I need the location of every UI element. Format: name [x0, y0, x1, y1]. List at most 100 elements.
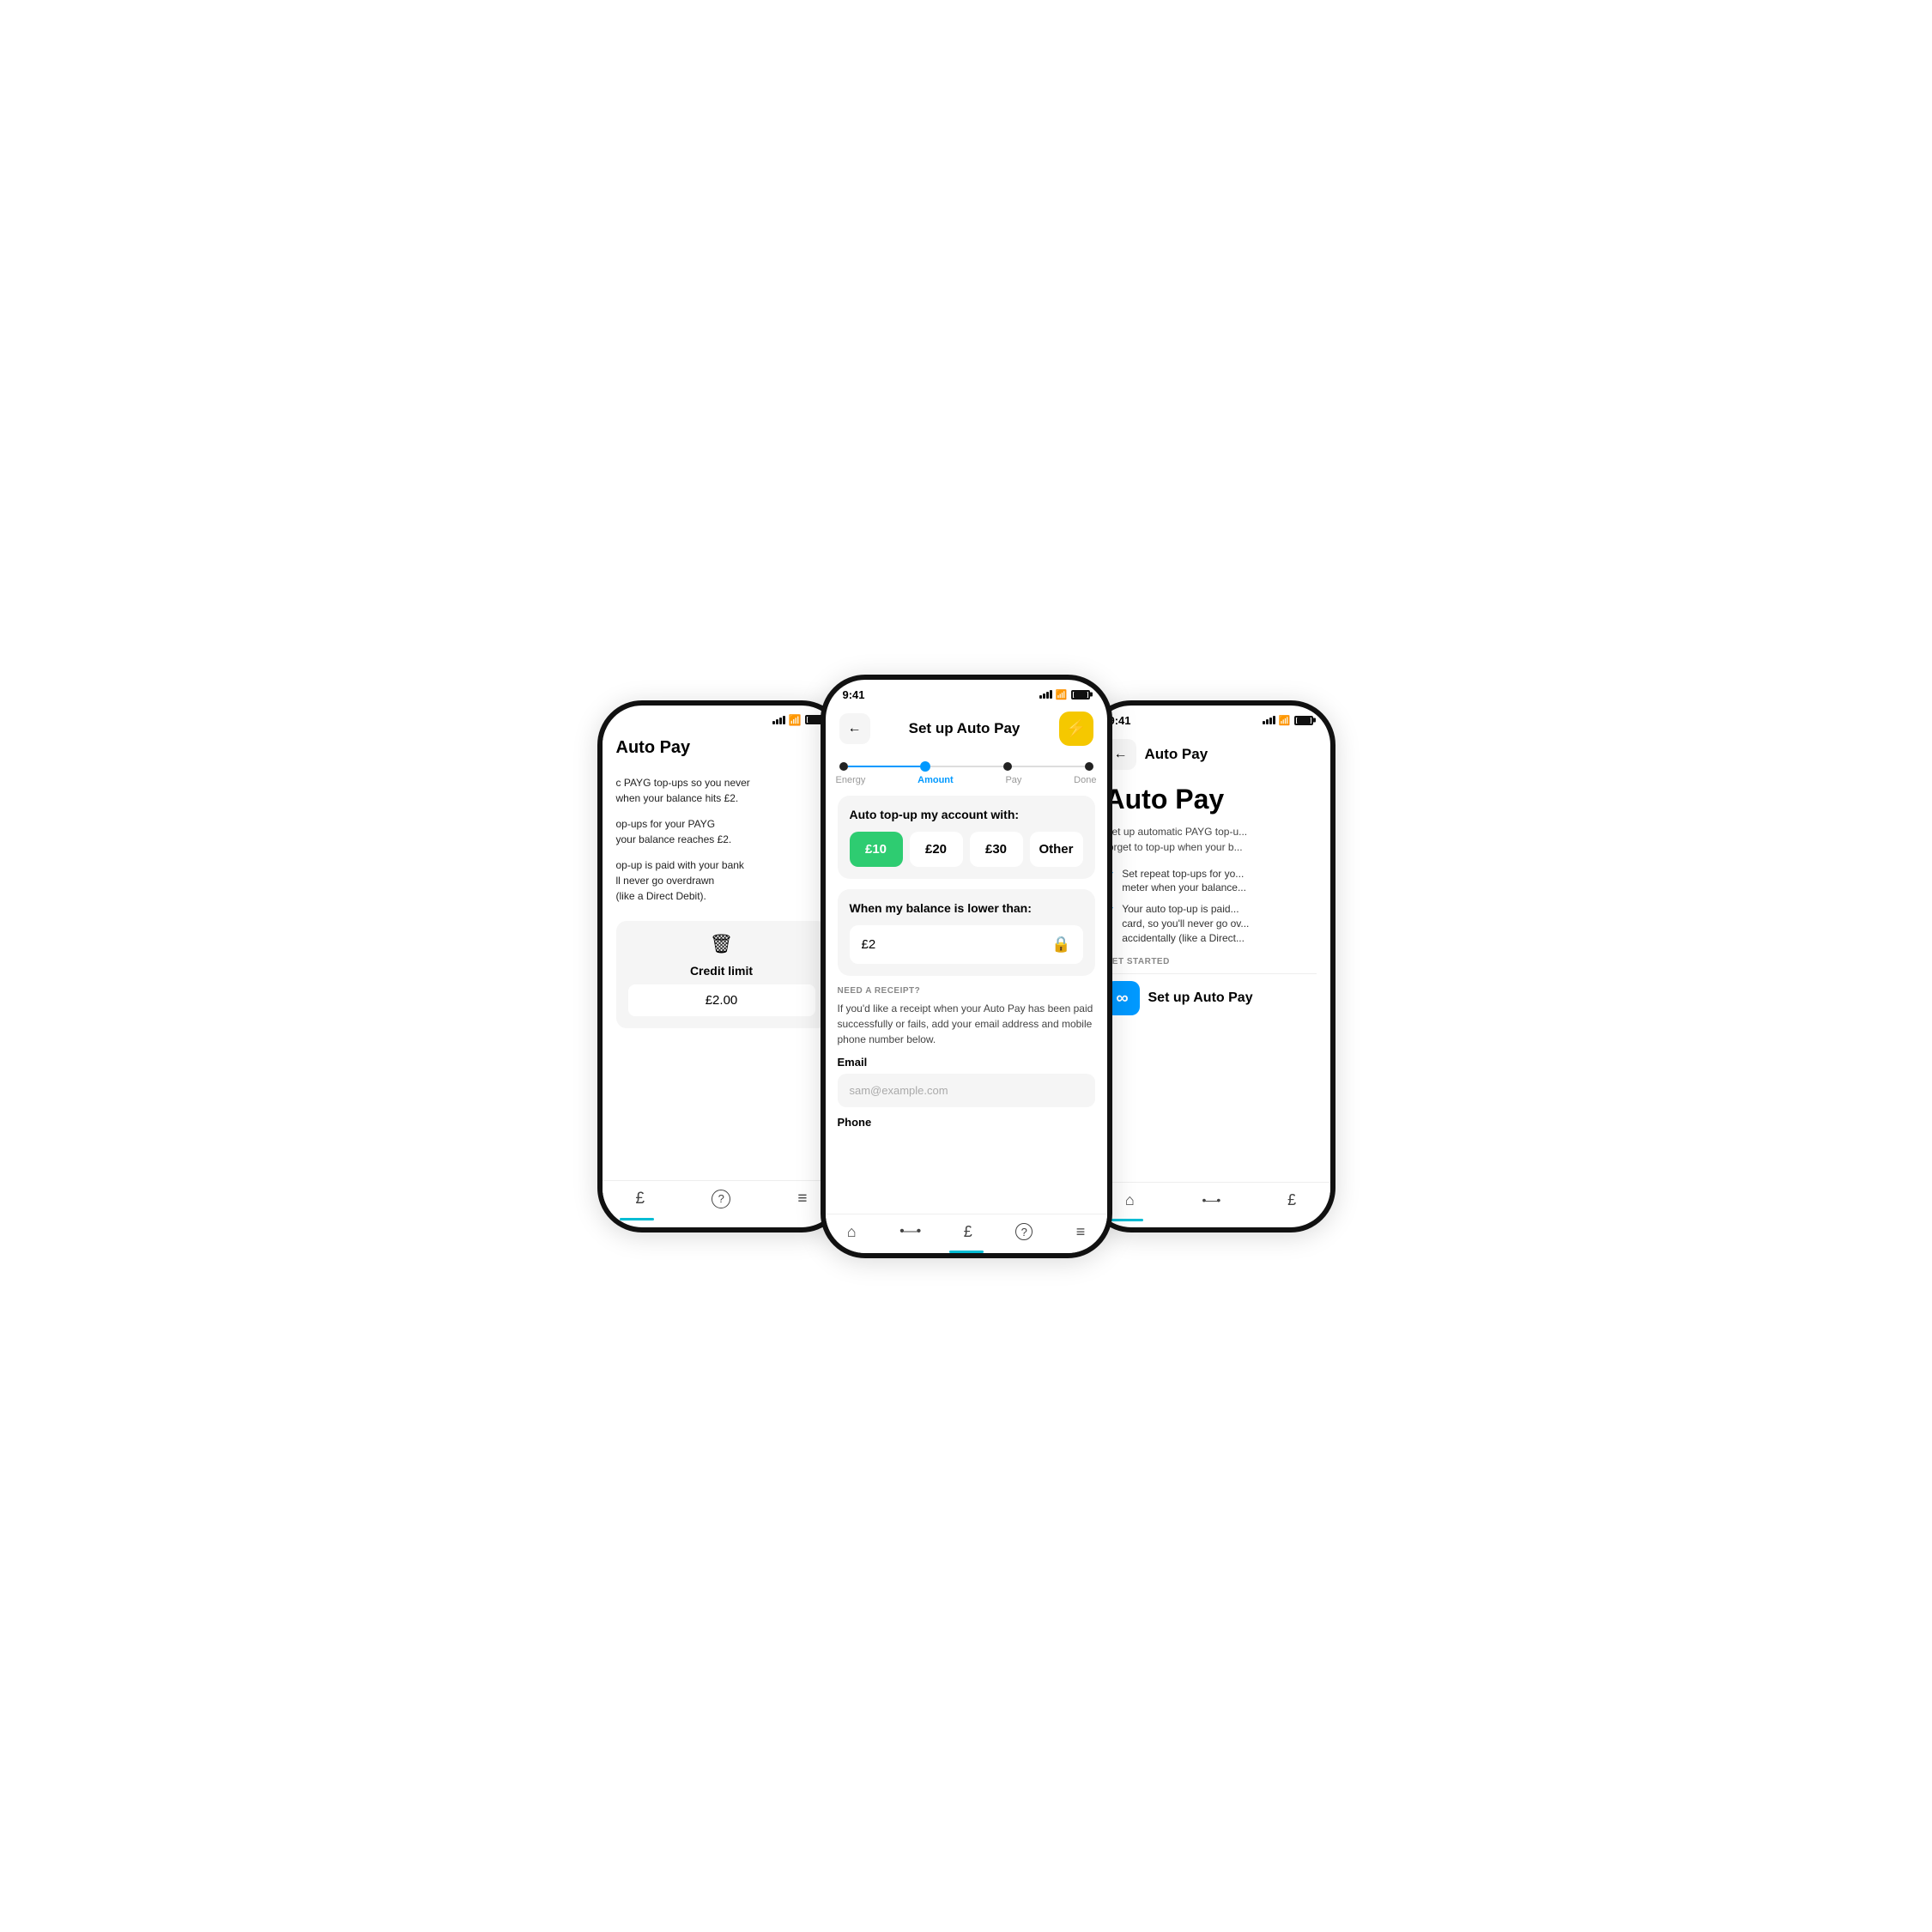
step-dot-done [1085, 762, 1093, 771]
trash-icon[interactable]: 🗑 [710, 933, 734, 955]
center-nav-indicator [949, 1251, 984, 1253]
topup-card-title: Auto top-up my account with: [850, 808, 1083, 821]
setup-btn-label: Set up Auto Pay [1148, 990, 1253, 1006]
balance-card-title: When my balance is lower than: [850, 901, 1083, 915]
help-icon: ? [712, 1190, 730, 1208]
right-payment-icon: £ [1287, 1191, 1296, 1209]
right-bottom-nav: ⌂ •—• £ [1092, 1182, 1330, 1221]
center-phone: 9:41 📶 ← Set up Auto Pay ⚡ [821, 675, 1112, 1258]
setup-auto-pay-button[interactable]: ∞ Set up Auto Pay [1105, 981, 1317, 1015]
receipt-description: If you'd like a receipt when your Auto P… [838, 1001, 1095, 1047]
right-top-bar: ← Auto Pay [1105, 739, 1317, 770]
check-text-2: Your auto top-up is paid...card, so you'… [1122, 902, 1249, 945]
credit-limit-label: Credit limit [628, 964, 815, 978]
right-nav-activity[interactable]: •—• [1202, 1193, 1220, 1207]
payment-icon: £ [636, 1190, 645, 1208]
receipt-label: NEED A RECEIPT? [838, 986, 1095, 996]
lightning-icon: ⚡ [1065, 718, 1087, 739]
step-line-1 [848, 766, 921, 767]
right-home-icon: ⌂ [1125, 1191, 1135, 1209]
right-nav-home[interactable]: ⌂ [1125, 1191, 1135, 1209]
right-main-title: Auto Pay [1105, 784, 1317, 815]
topup-card: Auto top-up my account with: £10 £20 £30… [838, 796, 1095, 879]
step-label-pay: Pay [1005, 775, 1021, 785]
center-nav-activity[interactable]: •—• [899, 1224, 920, 1239]
email-label: Email [838, 1056, 1095, 1069]
lightning-button[interactable]: ⚡ [1059, 712, 1093, 746]
divider [1105, 973, 1317, 974]
left-status-bar: 📶 [603, 706, 841, 730]
center-status-icons: 📶 [1039, 689, 1090, 700]
center-nav-help[interactable]: ? [1015, 1223, 1033, 1240]
wifi-icon: 📶 [789, 714, 802, 726]
left-status-icons: 📶 [772, 714, 824, 726]
left-bottom-nav: £ ? ≡ [603, 1180, 841, 1220]
right-nav-payment[interactable]: £ [1287, 1191, 1296, 1209]
amount-btn-30[interactable]: £30 [970, 832, 1023, 867]
step-label-energy: Energy [836, 775, 866, 785]
get-started-label: GET STARTED [1105, 957, 1317, 966]
balance-value: £2 [862, 937, 876, 952]
step-dot-pay [1003, 762, 1012, 771]
left-nav-help[interactable]: ? [712, 1190, 730, 1208]
left-nav-payment[interactable]: £ [636, 1190, 645, 1208]
center-payment-icon: £ [964, 1223, 972, 1241]
check-item-2: ✓ Your auto top-up is paid...card, so yo… [1105, 902, 1317, 945]
left-nav-indicator [620, 1218, 654, 1220]
lock-icon: 🔒 [1051, 936, 1070, 954]
center-bottom-nav: ⌂ •—• £ ? ≡ [826, 1214, 1107, 1253]
right-status-bar: 9:41 📶 [1092, 706, 1330, 730]
left-phone: 📶 Auto Pay c PAYG top-ups so you neverwh… [597, 700, 846, 1232]
left-body1: c PAYG top-ups so you neverwhen your bal… [616, 775, 827, 806]
center-page-title: Set up Auto Pay [909, 720, 1021, 737]
right-description: Set up automatic PAYG top-u...forget to … [1105, 824, 1317, 855]
center-nav-menu[interactable]: ≡ [1076, 1223, 1086, 1241]
right-battery-icon [1294, 716, 1313, 725]
home-icon: ⌂ [847, 1223, 857, 1241]
step-label-done: Done [1074, 775, 1096, 785]
credit-limit-section: 🗑 Credit limit £2.00 [616, 921, 827, 1028]
balance-card: When my balance is lower than: £2 🔒 [838, 889, 1095, 976]
trash-icon-wrap: 🗑 [628, 933, 815, 955]
right-phone: 9:41 📶 ← [1087, 700, 1335, 1232]
step-line-3 [1012, 766, 1085, 767]
amount-btn-other[interactable]: Other [1030, 832, 1083, 867]
center-nav-payment[interactable]: £ [964, 1223, 972, 1241]
right-page-title: Auto Pay [1145, 746, 1208, 763]
center-top-bar: ← Set up Auto Pay ⚡ [826, 705, 1107, 753]
amount-btn-10[interactable]: £10 [850, 832, 903, 867]
right-nav-indicator [1109, 1219, 1143, 1221]
back-arrow-icon: ← [848, 721, 862, 736]
center-signal-icon [1039, 690, 1052, 699]
left-content: Auto Pay c PAYG top-ups so you neverwhen… [603, 730, 841, 1220]
center-help-icon: ? [1015, 1223, 1033, 1240]
amount-btn-20[interactable]: £20 [910, 832, 963, 867]
left-body3: op-up is paid with your bankll never go … [616, 857, 827, 904]
center-status-time: 9:41 [843, 688, 865, 701]
center-status-bar: 9:41 📶 [826, 680, 1107, 705]
center-menu-icon: ≡ [1076, 1223, 1086, 1241]
phone-label: Phone [838, 1116, 1095, 1129]
right-activity-icon: •—• [1202, 1193, 1220, 1207]
right-content: ← Auto Pay Auto Pay Set up automatic PAY… [1092, 730, 1330, 1221]
step-label-amount: Amount [918, 775, 954, 785]
center-wifi-icon: 📶 [1056, 689, 1068, 700]
step-dot-amount [920, 761, 930, 772]
step-line-2 [930, 766, 1003, 767]
right-back-arrow-icon: ← [1114, 747, 1128, 762]
check-item-1: ✓ Set repeat top-ups for yo...meter when… [1105, 867, 1317, 896]
step-dot-energy [839, 762, 848, 771]
center-back-button[interactable]: ← [839, 713, 870, 744]
email-input[interactable]: sam@example.com [838, 1074, 1095, 1107]
left-nav-menu[interactable]: ≡ [797, 1190, 807, 1208]
balance-input[interactable]: £2 🔒 [850, 925, 1083, 964]
signal-icon [772, 716, 785, 724]
check-text-1: Set repeat top-ups for yo...meter when y… [1122, 867, 1246, 896]
center-nav-home[interactable]: ⌂ [847, 1223, 857, 1241]
right-signal-icon [1263, 716, 1275, 724]
activity-icon: •—• [899, 1224, 920, 1239]
dots-and-lines [826, 761, 1107, 772]
step-labels-row: Energy Amount Pay Done [826, 775, 1107, 785]
receipt-section: NEED A RECEIPT? If you'd like a receipt … [826, 986, 1107, 1129]
right-status-icons: 📶 [1263, 715, 1313, 726]
